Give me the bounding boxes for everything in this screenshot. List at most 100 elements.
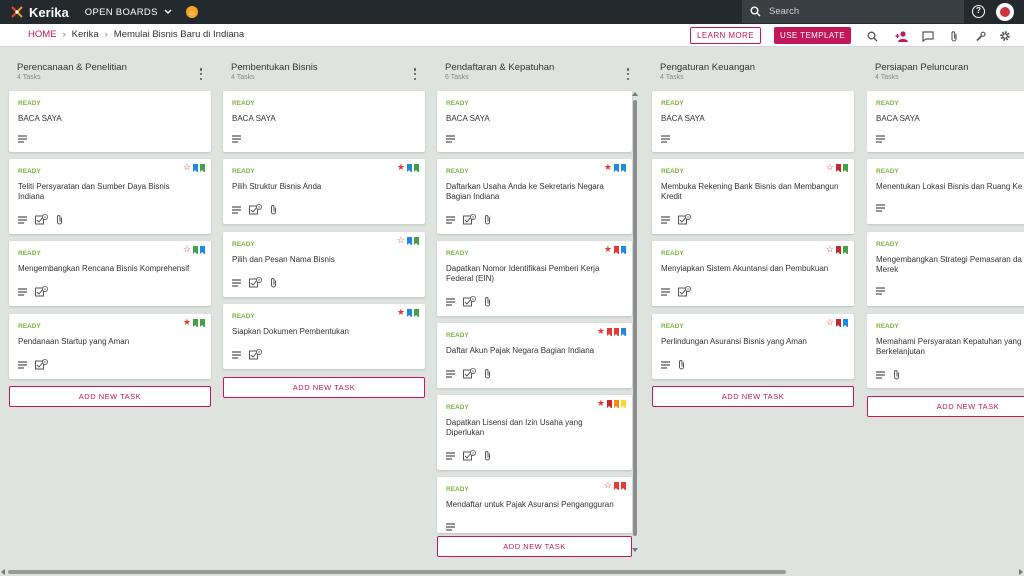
description-icon (18, 135, 27, 143)
task-card[interactable]: ☆ READY Menyiapkan Sistem Akuntansi dan … (652, 241, 854, 306)
star-outline-icon[interactable]: ☆ (826, 245, 834, 254)
scrollbar-thumb[interactable] (8, 570, 786, 574)
kerika-logo[interactable]: Kerika (10, 5, 69, 20)
add-new-task-button[interactable]: ADD NEW TASK (867, 396, 1024, 417)
task-card[interactable]: READY Memahami Persyaratan Kepatuhan yan… (867, 314, 1024, 388)
task-flags: ☆ (602, 481, 626, 490)
bookmark-icon (414, 308, 419, 317)
task-card[interactable]: READY BACA SAYA (867, 91, 1024, 152)
task-status: READY (446, 486, 469, 493)
task-card[interactable]: ★ READY Pendanaan Startup yang Aman 0 (9, 314, 211, 379)
task-title: BACA SAYA (876, 114, 920, 123)
task-card[interactable]: ☆ READY Mendaftar untuk Pajak Asuransi P… (437, 477, 632, 533)
task-card[interactable]: READY BACA SAYA (9, 91, 211, 152)
task-title: Membuka Rekening Bank Bisnis dan Membang… (661, 182, 839, 201)
description-icon (446, 297, 455, 306)
task-card[interactable]: ★ READY Daftarkan Usaha Anda ke Sekretar… (437, 159, 632, 234)
bookmark-icon (614, 327, 619, 336)
star-outline-icon[interactable]: ☆ (826, 318, 834, 327)
description-icon (876, 370, 885, 379)
column-menu-icon[interactable] (624, 68, 632, 80)
add-new-task-button[interactable]: ADD NEW TASK (652, 386, 854, 407)
task-card[interactable]: ☆ READY Teliti Persyaratan dan Sumber Da… (9, 159, 211, 234)
breadcrumb-kerika[interactable]: Kerika (72, 29, 99, 40)
star-outline-icon[interactable]: ☆ (604, 481, 612, 490)
bookmark-icon (200, 318, 205, 327)
learn-more-button[interactable]: LEARN MORE (690, 27, 761, 44)
help-icon[interactable]: ? (972, 5, 985, 18)
star-filled-icon[interactable]: ★ (604, 163, 612, 172)
add-person-icon[interactable] (895, 29, 909, 43)
attachment-icon[interactable] (947, 29, 961, 43)
attachment-icon (57, 215, 62, 225)
task-card[interactable]: READY BACA SAYA (437, 91, 632, 152)
star-filled-icon[interactable]: ★ (183, 318, 191, 327)
breadcrumb-home[interactable]: HOME (28, 29, 57, 40)
settings-icon[interactable] (998, 29, 1012, 43)
star-outline-icon[interactable]: ☆ (183, 163, 191, 172)
search-input[interactable]: Search (742, 0, 964, 23)
task-card[interactable]: ★ READY Dapatkan Nomor Identifikasi Pemb… (437, 241, 632, 316)
scroll-right-icon[interactable] (1019, 569, 1023, 575)
wrench-icon[interactable] (973, 29, 987, 43)
task-status: READY (876, 168, 899, 175)
task-title: Mengembangkan Rencana Bisnis Komprehensi… (18, 264, 190, 273)
task-status: READY (18, 100, 41, 107)
chat-icon[interactable] (921, 29, 935, 43)
bookmark-icon (621, 327, 626, 336)
task-card[interactable]: READY Mengembangkan Strategi Pemasaran d… (867, 232, 1024, 306)
column-business-formation: Pembentukan Bisnis 4 Tasks READY BACA SA… (223, 57, 425, 398)
scroll-left-icon[interactable] (1, 569, 5, 575)
star-filled-icon[interactable]: ★ (597, 327, 605, 336)
task-card[interactable]: ★ READY Daftar Akun Pajak Negara Bagian … (437, 323, 632, 388)
checklist-icon: 0 (35, 286, 48, 297)
star-filled-icon[interactable]: ★ (397, 163, 405, 172)
task-title: Memahami Persyaratan Kepatuhan yang Berk… (876, 337, 1022, 356)
task-card[interactable]: READY Menentukan Lokasi Bisnis dan Ruang… (867, 159, 1024, 224)
add-new-task-button[interactable]: ADD NEW TASK (437, 536, 632, 557)
scroll-down-icon[interactable] (632, 548, 638, 552)
task-status: READY (232, 241, 255, 248)
board-search-icon[interactable] (865, 29, 879, 43)
star-filled-icon[interactable]: ★ (597, 399, 605, 408)
column-menu-icon[interactable] (411, 68, 419, 80)
task-card[interactable]: ☆ READY Perlindungan Asuransi Bisnis yan… (652, 314, 854, 379)
task-flags: ★ (595, 327, 626, 336)
task-card[interactable]: ★ READY Siapkan Dokumen Pembentukan 0 (223, 304, 425, 369)
task-card[interactable]: ☆ READY Mengembangkan Rencana Bisnis Kom… (9, 241, 211, 306)
task-title: Dapatkan Lisensi dan Izin Usaha yang Dip… (446, 418, 583, 437)
star-filled-icon[interactable]: ★ (604, 245, 612, 254)
task-card[interactable]: READY BACA SAYA (652, 91, 854, 152)
add-new-task-button[interactable]: ADD NEW TASK (223, 377, 425, 398)
attachment-icon (485, 369, 490, 379)
star-filled-icon[interactable]: ★ (397, 308, 405, 317)
task-card[interactable]: READY BACA SAYA (223, 91, 425, 152)
star-outline-icon[interactable]: ☆ (183, 245, 191, 254)
attachment-icon (271, 278, 276, 288)
task-card[interactable]: ★ READY Dapatkan Lisensi dan Izin Usaha … (437, 395, 632, 470)
scrollbar-thumb[interactable] (633, 100, 637, 536)
column-title: Pembentukan Bisnis (231, 62, 318, 73)
star-outline-icon[interactable]: ☆ (397, 236, 405, 245)
scroll-up-icon[interactable] (632, 92, 638, 96)
column-task-count: 6 Tasks (445, 74, 469, 81)
board-horizontal-scrollbar[interactable] (0, 568, 1024, 576)
sun-icon[interactable]: ☼ (185, 6, 198, 18)
add-new-task-button[interactable]: ADD NEW TASK (9, 386, 211, 407)
bookmark-icon (614, 399, 619, 408)
attachment-icon (485, 215, 490, 225)
bookmark-icon (614, 245, 619, 254)
task-card[interactable]: ☆ READY Membuka Rekening Bank Bisnis dan… (652, 159, 854, 234)
chevron-down-icon (164, 9, 172, 15)
column-title: Perencanaan & Penelitian (17, 62, 127, 73)
column-planning: Perencanaan & Penelitian 4 Tasks READY B… (9, 57, 211, 407)
task-card[interactable]: ★ READY Pilih Struktur Bisnis Anda 0 (223, 159, 425, 224)
user-avatar[interactable] (996, 3, 1014, 21)
open-boards-menu[interactable]: OPEN BOARDS (85, 7, 172, 18)
column-scrollbar[interactable] (632, 92, 638, 552)
bookmark-icon (836, 318, 841, 327)
task-card[interactable]: ☆ READY Pilih dan Pesan Nama Bisnis 0 (223, 232, 425, 297)
star-outline-icon[interactable]: ☆ (826, 163, 834, 172)
use-template-button[interactable]: USE TEMPLATE (774, 27, 851, 44)
column-menu-icon[interactable] (197, 68, 205, 80)
